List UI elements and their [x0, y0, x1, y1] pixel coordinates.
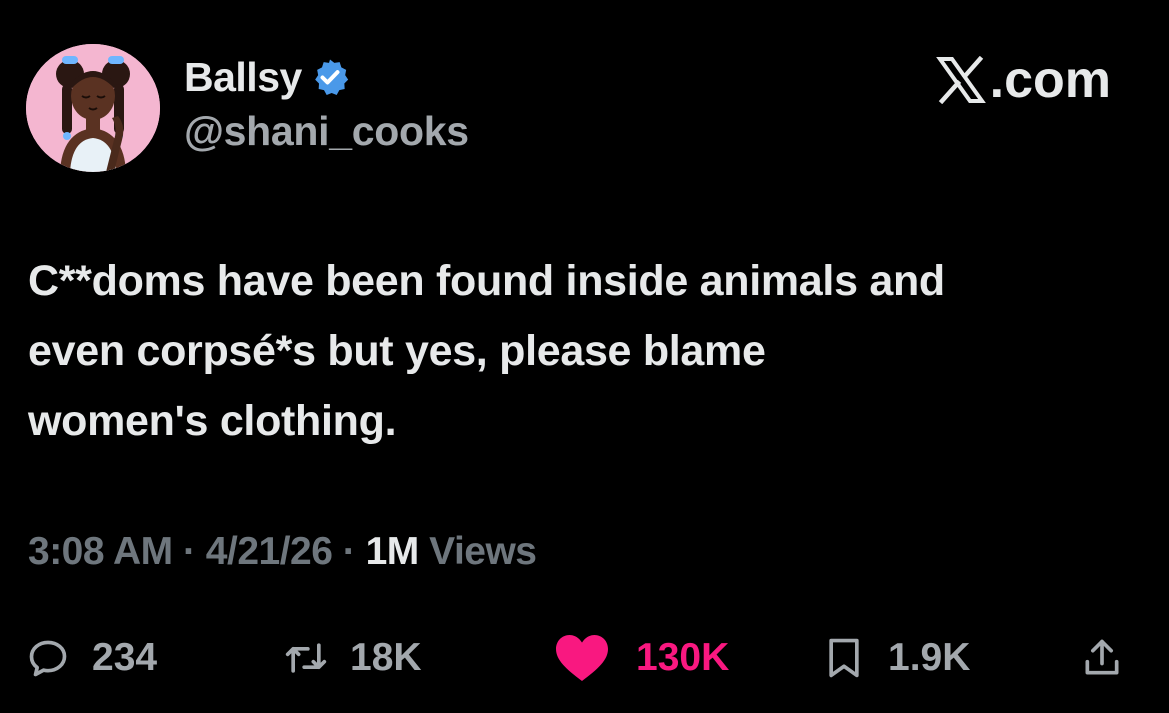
tweet-text: C**doms have been found inside animals a…	[28, 246, 1148, 456]
retweet-count: 18K	[350, 636, 422, 679]
heart-icon	[556, 635, 608, 681]
share-icon	[1085, 639, 1119, 675]
like-count: 130K	[636, 636, 730, 679]
verified-badge-icon	[314, 59, 348, 95]
tweet-meta: 3:08 AM · 4/21/26 · 1M Views	[28, 530, 537, 574]
tweet-date[interactable]: 4/21/26	[206, 530, 333, 573]
tweet-line: women's clothing.	[28, 397, 397, 445]
reply-button[interactable]: 234	[26, 626, 157, 690]
x-logo-icon	[935, 56, 986, 104]
display-name[interactable]: Ballsy	[184, 54, 302, 101]
author-handle[interactable]: @shani_cooks	[184, 108, 469, 155]
reply-icon	[29, 640, 67, 677]
meta-separator: ·	[342, 530, 356, 573]
share-button[interactable]	[1080, 626, 1124, 690]
tweet-line: C**doms have been found inside animals a…	[28, 257, 945, 305]
bookmark-count: 1.9K	[888, 636, 971, 679]
author-name-row[interactable]: Ballsy	[184, 52, 350, 102]
tweet-time[interactable]: 3:08 AM	[28, 530, 173, 573]
action-bar: 234 18K 130K 1.9K	[0, 626, 1169, 690]
retweet-icon	[285, 643, 327, 673]
views-count: 1M	[365, 530, 420, 573]
like-button[interactable]: 130K	[554, 626, 729, 690]
bookmark-button[interactable]: 1.9K	[822, 626, 970, 690]
avatar-illustration	[26, 44, 160, 172]
views-label: Views	[429, 530, 537, 573]
x-brand: .com	[935, 50, 1111, 110]
bookmark-icon	[829, 638, 859, 678]
reply-count: 234	[92, 636, 158, 679]
x-brand-label: .com	[989, 51, 1111, 109]
tweet-line: even corpsé*s but yes, please blame	[28, 327, 766, 375]
avatar[interactable]	[26, 44, 160, 172]
retweet-button[interactable]: 18K	[284, 626, 422, 690]
meta-separator: ·	[182, 530, 196, 573]
